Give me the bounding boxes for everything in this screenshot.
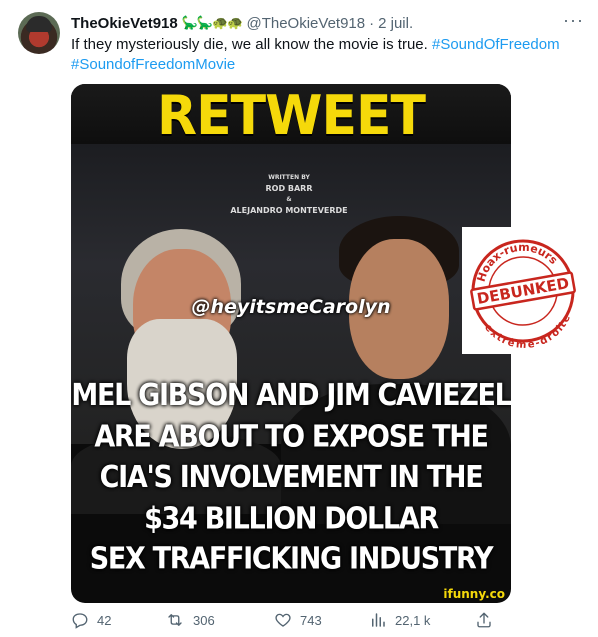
stamp-bottom-text: extrême-droite: [481, 308, 577, 354]
tweet-media-image[interactable]: RETWEET WRITTEN BY ROD BARR & ALEJANDRO …: [71, 84, 511, 603]
banner-retweet-text: RETWEET: [157, 84, 426, 148]
image-watermark: @heyitsmeCarolyn: [191, 296, 391, 318]
hashtag-link[interactable]: #SoundofFreedomMovie: [71, 56, 235, 73]
like-count: 743: [300, 612, 322, 628]
tweet-body-text: If they mysteriously die, we all know th…: [71, 36, 428, 53]
poster-name-2: ALEJANDRO MONTEVERDE: [230, 206, 348, 215]
name-emojis: 🦕🦕🐢🐢: [181, 15, 244, 30]
headline-line: ARE ABOUT TO EXPOSE THE: [94, 419, 489, 454]
stamp-center-text: DEBUNKED: [476, 274, 571, 308]
poster-credits: WRITTEN BY ROD BARR & ALEJANDRO MONTEVER…: [229, 172, 349, 216]
retweet-icon: [168, 614, 182, 626]
tweet-header: TheOkieVet918 🦕🦕🐢🐢 @TheOkieVet918 · 2 ju…: [71, 13, 571, 33]
display-name[interactable]: TheOkieVet918: [71, 15, 178, 32]
image-headline: MEL GIBSON AND JIM CAVIEZEL ARE ABOUT TO…: [71, 376, 511, 580]
tweet-text: If they mysteriously die, we all know th…: [71, 35, 586, 75]
poster-name-1: ROD BARR: [265, 184, 313, 193]
avatar[interactable]: [18, 12, 60, 54]
hashtag-link[interactable]: #SoundOfFreedom: [432, 36, 560, 53]
debunked-stamp: Hoax-rumeurs extrême-droite DEBUNKED: [462, 227, 584, 354]
separator-dot: ·: [369, 14, 375, 32]
more-options-icon[interactable]: ···: [563, 10, 584, 31]
heart-icon: [275, 613, 291, 627]
source-tag: ifunny.co: [443, 587, 505, 601]
svg-text:extrême-droite: extrême-droite: [481, 308, 577, 354]
headline-line: CIA'S INVOLVEMENT IN THE: [99, 460, 484, 495]
retweet-count: 306: [193, 612, 215, 628]
headline-line: MEL GIBSON AND JIM CAVIEZEL: [71, 378, 511, 413]
reply-icon: [72, 613, 88, 629]
poster-written-by: WRITTEN BY: [268, 174, 310, 181]
share-icon: [477, 612, 491, 628]
like-button[interactable]: 743: [274, 608, 322, 632]
stamp-graphic: Hoax-rumeurs extrême-droite DEBUNKED: [469, 234, 577, 354]
reply-button[interactable]: 42: [71, 608, 111, 632]
share-button[interactable]: [475, 608, 493, 632]
views-bar-chart-icon: [372, 613, 385, 627]
reply-count: 42: [97, 612, 112, 628]
user-handle[interactable]: @TheOkieVet918: [246, 15, 365, 32]
views-count: 22,1 k: [395, 612, 431, 628]
headline-line: $34 BILLION DOLLAR: [144, 500, 439, 536]
tweet-date[interactable]: 2 juil.: [378, 15, 413, 32]
headline-line: SEX TRAFFICKING INDUSTRY: [89, 541, 494, 577]
poster-amp: &: [286, 196, 292, 203]
retweet-button[interactable]: 306: [165, 608, 215, 632]
views-button[interactable]: 22,1 k: [369, 608, 430, 632]
tweet-actions: 42 306 743 22,1 k: [71, 608, 583, 632]
